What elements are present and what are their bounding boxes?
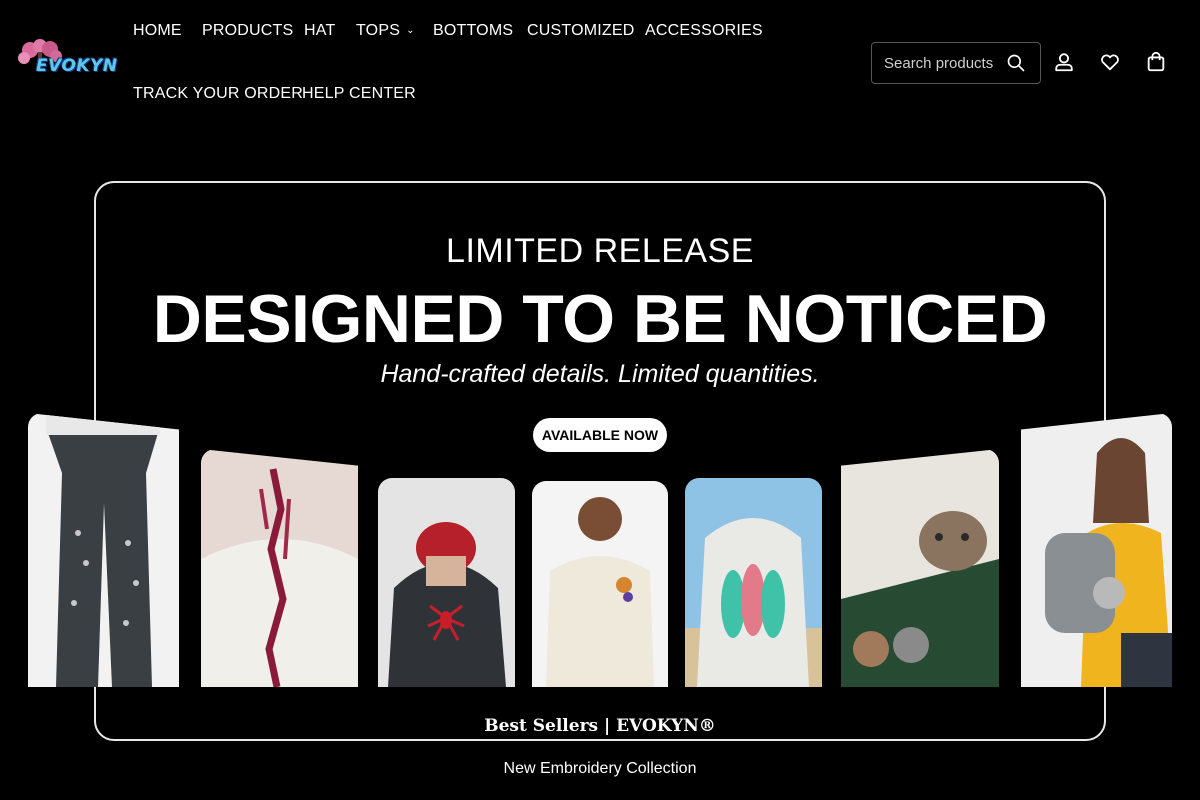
hero-title: DESIGNED TO BE NOTICED (152, 281, 1048, 357)
product-tile-surf-hoodie[interactable] (685, 478, 822, 687)
cart-icon[interactable] (1145, 51, 1167, 73)
available-now-button[interactable]: AVAILABLE NOW (533, 418, 667, 452)
product-tile-beaded-top[interactable] (201, 449, 358, 687)
nav-tops-label: TOPS (356, 22, 401, 39)
collection-subtitle: New Embroidery Collection (503, 760, 697, 777)
pet-sweatshirt-image (841, 449, 999, 687)
hero-eyebrow: LIMITED RELEASE (446, 232, 754, 270)
product-tile-jeans[interactable] (28, 413, 179, 687)
nav-home[interactable]: HOME (133, 22, 182, 40)
best-sellers-heading: Best Sellers | EVOKYN® (484, 716, 716, 736)
face-keychain-image (1021, 413, 1172, 687)
spider-hoodie-image (378, 478, 515, 687)
product-tile-cat-tee[interactable] (532, 481, 668, 687)
surf-hoodie-image (685, 478, 822, 687)
hero-subtitle: Hand-crafted details. Limited quantities… (380, 360, 820, 388)
chevron-down-icon: ⌄ (406, 25, 415, 37)
nav-track-order[interactable]: TRACK YOUR ORDER (133, 85, 303, 103)
search-input[interactable] (884, 52, 999, 74)
embroidered-jeans-image (28, 413, 179, 687)
nav-tops[interactable]: TOPS ⌄ (356, 22, 415, 40)
nav-hat[interactable]: HAT (304, 22, 335, 40)
product-tile-pet-sweatshirt[interactable] (841, 449, 999, 687)
nav-products[interactable]: PRODUCTS (202, 22, 293, 40)
brand-logo[interactable]: EVOKYN (16, 38, 117, 86)
search-icon[interactable] (1006, 53, 1026, 73)
logo-text: EVOKYN (36, 56, 118, 76)
product-tile-face-keychain[interactable] (1021, 413, 1172, 687)
beaded-top-image (201, 449, 358, 687)
nav-customized[interactable]: CUSTOMIZED (527, 22, 634, 40)
product-tile-spider-hoodie[interactable] (378, 478, 515, 687)
wishlist-icon[interactable] (1099, 51, 1121, 73)
search-box (871, 42, 1041, 84)
nav-help-center[interactable]: HELP CENTER (302, 85, 416, 103)
account-icon[interactable] (1053, 51, 1075, 73)
cat-tee-image (532, 481, 668, 687)
nav-accessories[interactable]: ACCESSORIES (645, 22, 763, 40)
nav-bottoms[interactable]: BOTTOMS (433, 22, 513, 40)
